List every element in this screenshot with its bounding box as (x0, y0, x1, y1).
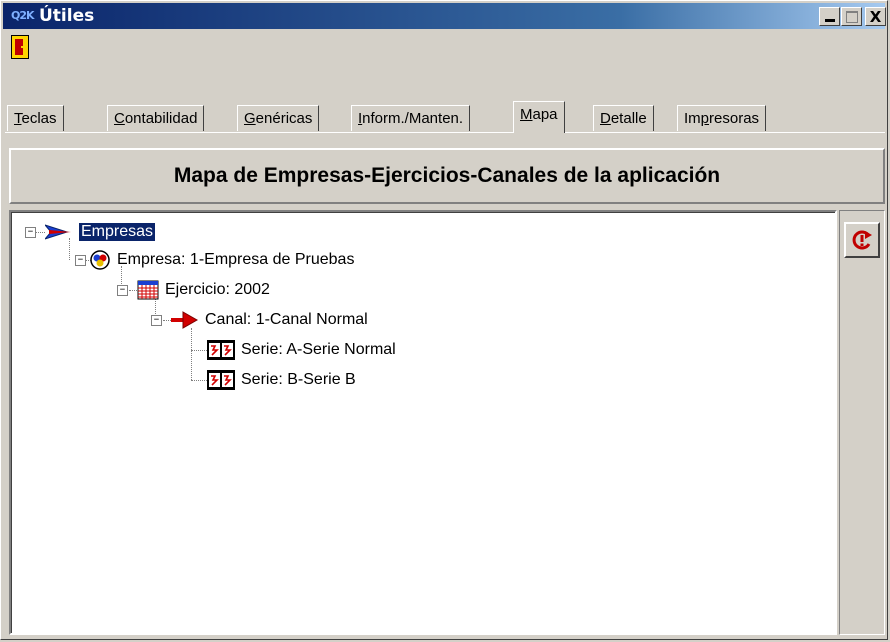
refresh-button[interactable] (844, 222, 880, 258)
tree-node-canal[interactable]: Canal: 1-Canal Normal (171, 309, 370, 331)
window-title: Útiles (39, 6, 95, 26)
minimize-button[interactable] (819, 7, 840, 26)
tree-node-serie-b[interactable]: Serie: B-Serie B (207, 369, 358, 391)
minimize-icon (824, 19, 835, 22)
tree-label-serie-b: Serie: B-Serie B (241, 371, 356, 388)
header-title: Mapa de Empresas-Ejercicios-Canales de l… (173, 164, 721, 187)
film-serie-icon (207, 340, 235, 360)
collapse-empresa-icon[interactable]: − (75, 255, 86, 266)
tree-label-ejercicio: Ejercicio: 2002 (165, 281, 270, 298)
collapse-ejercicio-icon[interactable]: − (117, 285, 128, 296)
tab-genericas[interactable]: Genéricas (237, 105, 320, 131)
exit-button[interactable] (11, 35, 29, 59)
tab-teclas[interactable]: Teclas (7, 105, 64, 131)
maximize-button[interactable] (841, 7, 862, 26)
side-panel (839, 210, 885, 635)
close-button[interactable]: X (865, 7, 886, 26)
calendar-icon (137, 280, 159, 300)
red-arrow-icon (171, 311, 199, 329)
maximize-icon (845, 10, 858, 23)
title-bar[interactable]: Q2K Útiles X (3, 3, 886, 29)
collapse-canal-icon[interactable]: − (151, 315, 162, 326)
tab-contabilidad[interactable]: Contabilidad (107, 105, 205, 131)
tree-label-serie-a: Serie: A-Serie Normal (241, 341, 396, 358)
tree-label-empresa: Empresa: 1-Empresa de Pruebas (117, 251, 355, 268)
blue-arrow-icon (45, 224, 71, 240)
tree-label-canal: Canal: 1-Canal Normal (205, 311, 368, 328)
collapse-empresas-icon[interactable]: − (25, 227, 36, 238)
app-icon: Q2K (11, 9, 35, 22)
tab-detalle[interactable]: Detalle (593, 105, 654, 131)
close-icon: X (869, 7, 882, 26)
tree-node-empresa[interactable]: Empresa: 1-Empresa de Pruebas (89, 249, 356, 271)
refresh-icon (852, 230, 872, 250)
tab-mapa[interactable]: Mapa (513, 101, 565, 133)
map-header: Mapa de Empresas-Ejercicios-Canales de l… (9, 148, 885, 204)
tab-impresoras[interactable]: Impresoras (677, 105, 767, 131)
film-serie-icon (207, 370, 235, 390)
tree-label-empresas: Empresas (77, 222, 157, 242)
company-tree-view[interactable]: − − − − Empresas Empresa: 1-Empresa de P… (9, 210, 837, 635)
tree-node-empresas[interactable]: Empresas (45, 221, 157, 243)
tree-node-serie-a[interactable]: Serie: A-Serie Normal (207, 339, 398, 361)
tab-inform-manten[interactable]: Inform./Manten. (351, 105, 471, 131)
company-icon (90, 250, 110, 270)
tree-node-ejercicio[interactable]: Ejercicio: 2002 (137, 279, 272, 301)
toolbar (3, 31, 885, 65)
utiles-window: Q2K Útiles X Teclas Contabilidad Genéric… (0, 0, 888, 640)
